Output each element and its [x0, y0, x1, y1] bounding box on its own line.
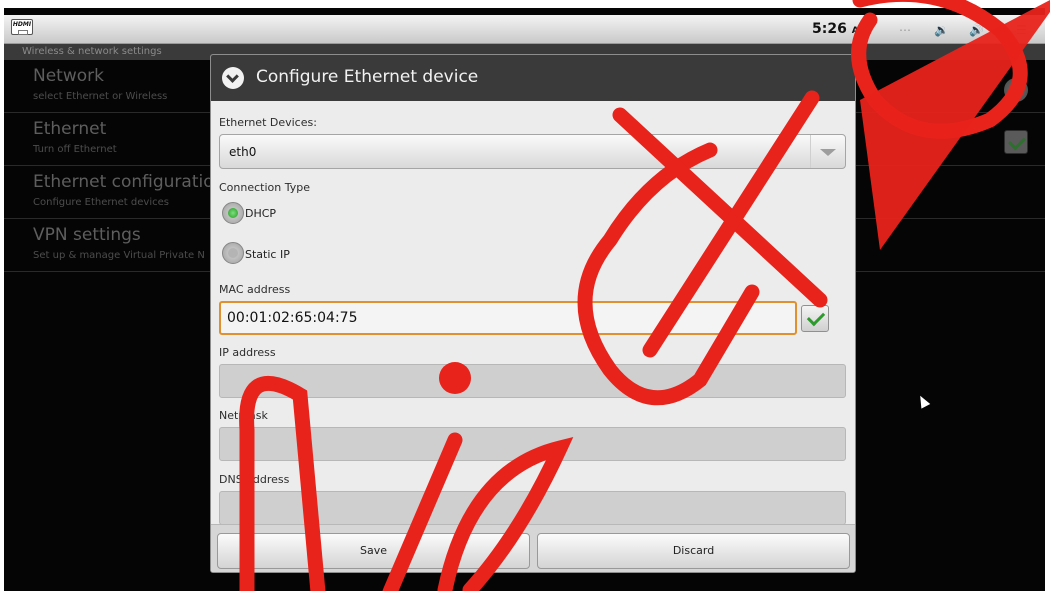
clock-time: 5:26	[812, 21, 847, 37]
dhcp-label[interactable]: DHCP	[245, 207, 276, 220]
ethernet-devices-select[interactable]: eth0	[219, 134, 846, 169]
mac-address-label: MAC address	[219, 283, 291, 296]
ethernet-devices-label: Ethernet Devices:	[219, 116, 317, 129]
menu-icon[interactable]: ☰	[1016, 23, 1027, 37]
ethernet-icon: ⋯	[899, 23, 911, 37]
ip-address-label: IP address	[219, 346, 276, 359]
dns-address-label: DNS address	[219, 473, 290, 486]
setting-title: VPN settings	[33, 225, 141, 245]
configure-ethernet-dialog: Configure Ethernet device Ethernet Devic…	[210, 54, 856, 573]
volume-down-icon: 🔉	[934, 23, 949, 37]
setting-subtitle: Set up & manage Virtual Private N	[33, 250, 205, 261]
mouse-cursor-icon	[915, 393, 931, 409]
setting-subtitle: select Ethernet or Wireless	[33, 91, 168, 102]
discard-button[interactable]: Discard	[537, 533, 850, 569]
setting-title: Ethernet	[33, 119, 107, 139]
setting-title: Network	[33, 66, 104, 86]
status-bar: HDMI 5:26 AM ⌂ ⋯ 🔉 🔊 ☰	[4, 15, 1045, 44]
device-screen: HDMI 5:26 AM ⌂ ⋯ 🔉 🔊 ☰ Wireless & networ…	[4, 8, 1045, 591]
mac-address-value: 00:01:02:65:04:75	[227, 310, 358, 326]
dns-address-field[interactable]	[219, 491, 846, 525]
dialog-titlebar: Configure Ethernet device	[211, 55, 855, 101]
save-button[interactable]: Save	[217, 533, 530, 569]
hdmi-icon: HDMI	[11, 19, 33, 35]
netmask-field[interactable]	[219, 427, 846, 461]
volume-up-icon: 🔊	[969, 23, 984, 37]
check-icon[interactable]	[801, 305, 829, 332]
ethernet-devices-value: eth0	[229, 145, 257, 159]
dialog-button-bar: Save Discard	[211, 524, 855, 572]
checkbox-icon[interactable]	[1004, 130, 1028, 154]
chevron-down-icon[interactable]: ▼	[1004, 78, 1028, 102]
dhcp-radio[interactable]	[222, 202, 244, 224]
static-ip-label[interactable]: Static IP	[245, 248, 290, 261]
ip-address-field[interactable]	[219, 364, 846, 398]
status-clock: 5:26 AM	[812, 21, 868, 37]
netmask-label: Netmask	[219, 409, 268, 422]
usb-icon: ⌂	[864, 23, 872, 37]
setting-subtitle: Configure Ethernet devices	[33, 197, 169, 208]
dialog-title: Configure Ethernet device	[256, 67, 479, 87]
chevron-circle-down-icon	[222, 67, 244, 89]
connection-type-label: Connection Type	[219, 181, 311, 194]
static-ip-radio[interactable]	[222, 242, 244, 264]
mac-address-field[interactable]: 00:01:02:65:04:75	[219, 301, 797, 335]
dropdown-arrow-icon[interactable]	[810, 135, 845, 168]
setting-title: Ethernet configuratio	[33, 172, 214, 192]
setting-subtitle: Turn off Ethernet	[33, 144, 117, 155]
